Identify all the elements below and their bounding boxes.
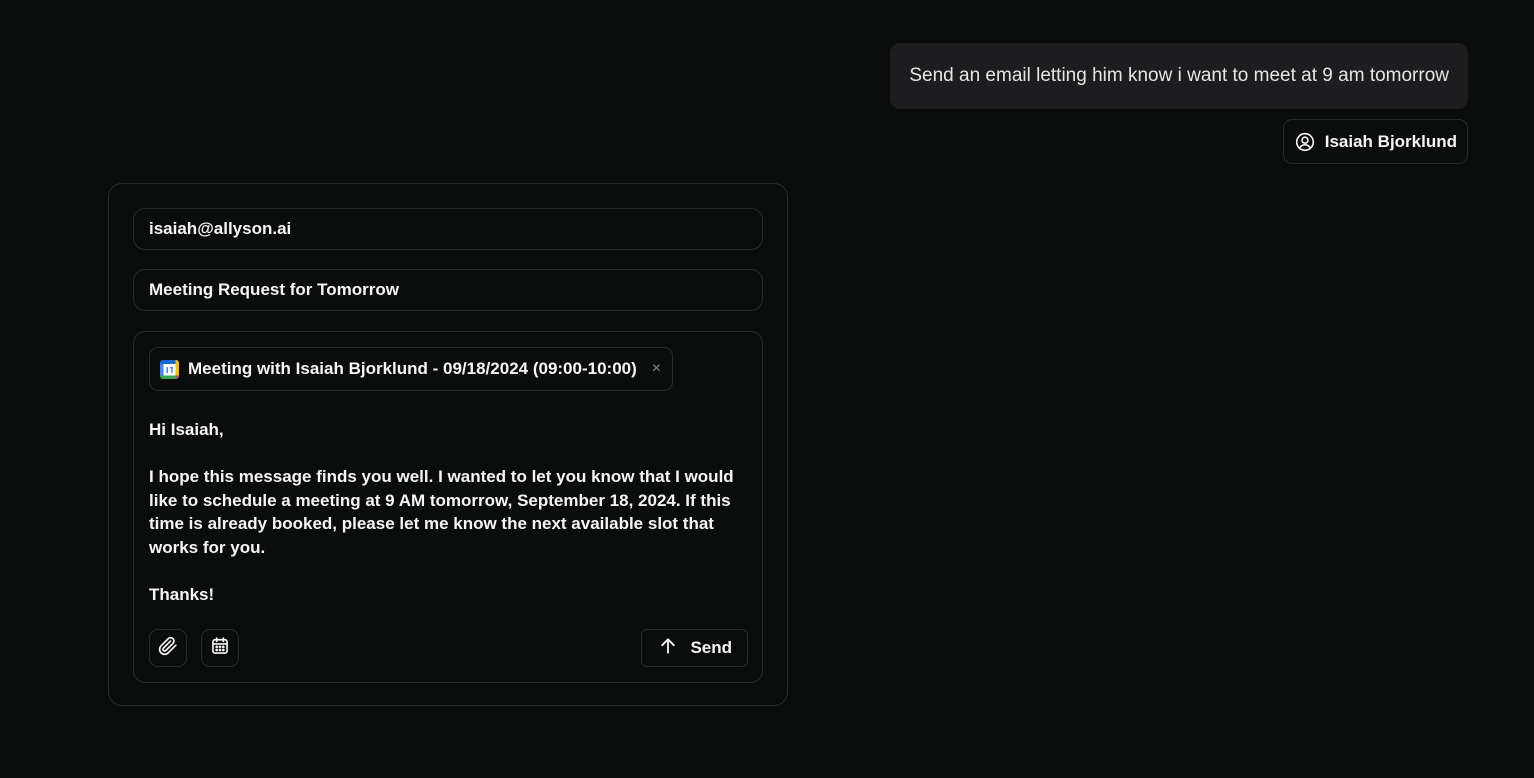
attach-file-button[interactable] bbox=[149, 629, 187, 667]
contact-name: Isaiah Bjorklund bbox=[1324, 131, 1457, 151]
to-value: isaiah@allyson.ai bbox=[149, 219, 292, 238]
arrow-up-icon bbox=[658, 636, 678, 661]
email-body-editor[interactable]: Meeting with Isaiah Bjorklund - 09/18/20… bbox=[133, 331, 763, 683]
email-signoff: Thanks! bbox=[149, 584, 215, 604]
send-button[interactable]: Send bbox=[641, 629, 748, 667]
attachment-label: Meeting with Isaiah Bjorklund - 09/18/20… bbox=[188, 359, 637, 378]
email-paragraph: I hope this message finds you well. I wa… bbox=[149, 467, 734, 557]
subject-value: Meeting Request for Tomorrow bbox=[149, 280, 399, 299]
user-message-text: Send an email letting him know i want to… bbox=[909, 65, 1449, 86]
user-message-bubble: Send an email letting him know i want to… bbox=[890, 43, 1468, 109]
to-field[interactable]: isaiah@allyson.ai bbox=[133, 208, 763, 250]
email-composer: isaiah@allyson.ai Meeting Request for To… bbox=[108, 183, 788, 706]
calendar-attachment-chip[interactable]: Meeting with Isaiah Bjorklund - 09/18/20… bbox=[149, 347, 674, 391]
google-calendar-icon bbox=[160, 359, 179, 379]
contact-chip[interactable]: Isaiah Bjorklund bbox=[1282, 119, 1468, 164]
paperclip-icon bbox=[158, 636, 178, 661]
subject-field[interactable]: Meeting Request for Tomorrow bbox=[133, 269, 763, 311]
user-circle-icon bbox=[1295, 132, 1315, 152]
chat-page: Send an email letting him know i want to… bbox=[0, 0, 1534, 778]
remove-attachment-icon[interactable]: × bbox=[652, 360, 661, 378]
send-label: Send bbox=[690, 638, 732, 657]
add-calendar-event-button[interactable] bbox=[201, 629, 239, 667]
email-greeting: Hi Isaiah, bbox=[149, 420, 224, 439]
calendar-icon bbox=[210, 636, 230, 661]
email-message: Hi Isaiah, I hope this message finds you… bbox=[149, 418, 749, 606]
